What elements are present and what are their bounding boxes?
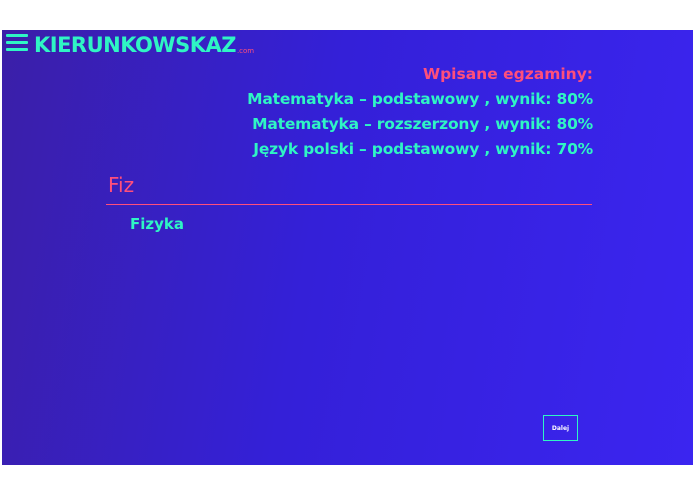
next-button[interactable]: Dalej: [543, 415, 578, 441]
exam-entry: Matematyka – podstawowy , wynik: 80%: [247, 90, 593, 108]
menu-bar: [6, 41, 28, 44]
menu-bar: [6, 34, 28, 37]
brand-header: KIERUNKOWSKAZ .com: [6, 34, 254, 56]
menu-bar: [6, 48, 28, 51]
exam-entry: Język polski – podstawowy , wynik: 70%: [253, 140, 593, 158]
brand-logo-text[interactable]: KIERUNKOWSKAZ: [34, 35, 236, 56]
brand-logo-tld: .com: [236, 47, 255, 55]
hamburger-menu-icon[interactable]: [6, 34, 28, 51]
entered-exams-panel: Wpisane egzaminy: Matematyka – podstawow…: [247, 62, 593, 162]
subject-suggestion-item[interactable]: Fizyka: [130, 215, 184, 233]
app-screen: KIERUNKOWSKAZ .com Wpisane egzaminy: Mat…: [2, 30, 693, 465]
subject-search-input[interactable]: [106, 168, 594, 202]
exam-entry: Matematyka – rozszerzony , wynik: 80%: [252, 115, 593, 133]
entered-exams-heading: Wpisane egzaminy:: [422, 65, 593, 83]
subject-search-field: [106, 168, 594, 205]
